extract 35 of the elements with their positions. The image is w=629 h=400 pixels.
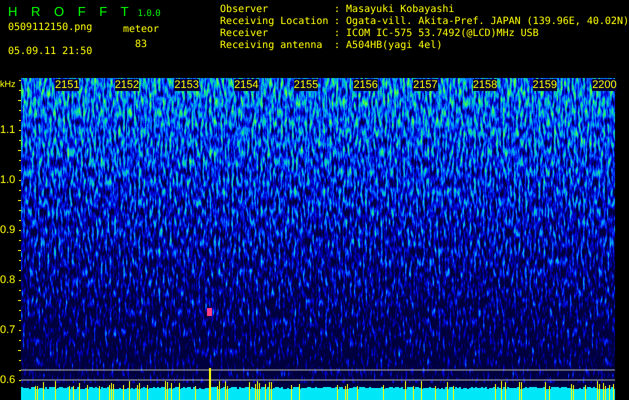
axis-label: 1.0 [0,174,16,186]
info-value: ICOM IC-575 53.7492(@LCD)MHz USB [346,28,540,40]
axis-label: 0.9 [0,224,16,236]
meteor-label: meteor [122,24,160,36]
date-time: 05.09.11 21:50 [8,46,94,58]
time-label: 2157 [413,79,438,91]
info-separator: : [334,16,342,28]
time-label: 2155 [294,79,318,91]
axis-label: 1.1 [0,124,16,136]
info-value: Ogata-vill. Akita-Pref. JAPAN (139.96E, 40.02N) [346,16,629,28]
time-label: 2158 [472,79,498,91]
axis-unit: kHz [0,79,16,89]
time-label: 2152 [114,79,140,91]
info-value: A504HB(yagi 4el) [346,40,444,52]
app-version: 1.0.0 [138,8,160,20]
time-label: 2200 [592,79,617,91]
time-label: 2156 [353,79,378,91]
info-label: Receiving Location [220,16,330,28]
time-label: 2154 [234,79,259,91]
axis-label: 0.8 [0,274,16,286]
time-label: 2153 [174,79,199,91]
info-separator: : [334,4,342,16]
axis-label: 0.6 [0,374,16,386]
info-value: Masayuki Kobayashi [346,4,456,16]
time-label: 2151 [55,79,80,91]
info-label: Receiving antenna [220,40,324,52]
axis-label: 0.7 [0,324,16,336]
info-label: Receiver [220,28,270,40]
info-separator: : [334,28,342,40]
info-label: Observer [220,4,270,16]
app-title: H R O F F T [8,4,134,20]
time-label: 2159 [532,79,557,91]
meteor-count: 83 [134,39,148,51]
info-separator: : [334,40,342,52]
file-name: 0509112150.png [8,22,94,34]
